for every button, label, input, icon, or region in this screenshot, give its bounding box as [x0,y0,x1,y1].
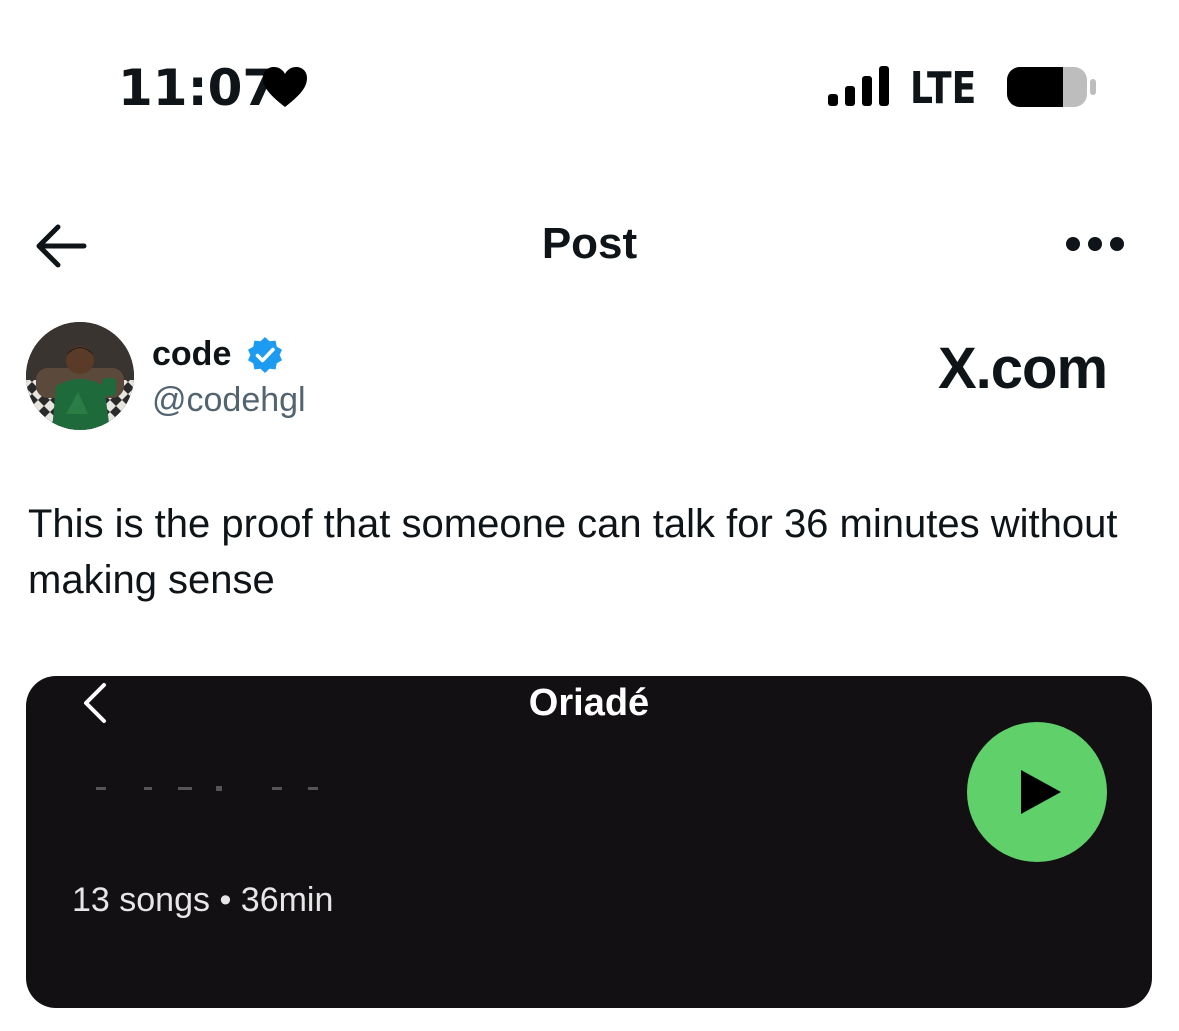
carrier-label: LTE [910,63,977,114]
page-title: Post [541,219,638,268]
status-bar: 11:07 LTE [0,0,1179,150]
battery-icon [1007,67,1096,107]
media-card[interactable]: Oriadé 13 songs • 36min [26,676,1152,1008]
status-time: 11:07 [118,59,278,117]
avatar[interactable] [26,322,134,430]
play-icon [1021,770,1061,814]
play-button[interactable] [967,722,1107,862]
site-watermark: X.com [938,336,1108,401]
post-text: This is the proof that someone can talk … [28,502,1118,602]
post-header: Post [0,200,1179,290]
faded-subtitle-artifact [96,786,318,791]
playlist-meta: 13 songs • 36min [72,881,334,919]
display-name[interactable]: code [152,334,231,374]
heart-icon [263,67,307,107]
more-options-icon[interactable] [1064,234,1126,254]
playlist-title: Oriadé [528,682,650,724]
verified-badge-icon [248,337,282,373]
signal-bars-icon [828,66,889,106]
avatar-image [26,322,134,430]
user-handle[interactable]: @codehgl [152,380,306,420]
